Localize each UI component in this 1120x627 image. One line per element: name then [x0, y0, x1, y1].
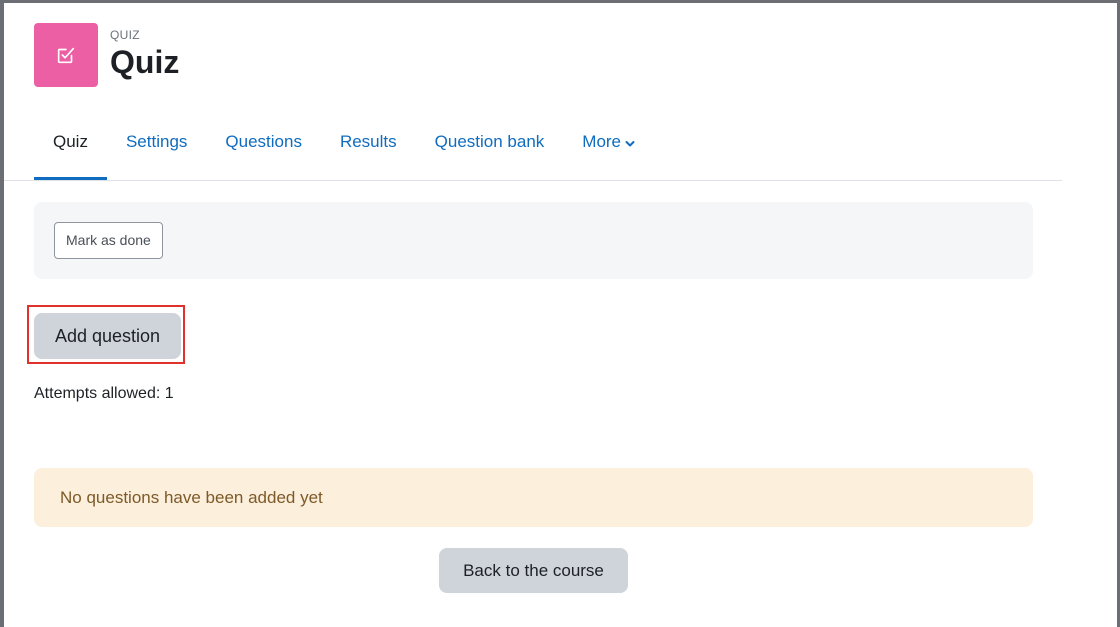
secondary-navigation: Quiz Settings Questions Results Question… — [34, 120, 654, 180]
tab-results[interactable]: Results — [321, 120, 416, 180]
page-header: QUIZ Quiz — [34, 23, 179, 89]
tab-question-bank[interactable]: Question bank — [416, 120, 564, 180]
window-frame-top — [0, 0, 1120, 3]
header-text: QUIZ Quiz — [110, 23, 179, 81]
tab-more-label: More — [582, 132, 622, 151]
chevron-down-icon — [625, 121, 635, 165]
tab-settings[interactable]: Settings — [107, 120, 206, 180]
tab-questions[interactable]: Questions — [206, 120, 321, 180]
nav-divider — [4, 180, 1062, 181]
page-title: Quiz — [110, 44, 180, 80]
tab-quiz[interactable]: Quiz — [34, 120, 107, 180]
quiz-activity-icon — [34, 23, 98, 87]
checkbox-edit-icon — [57, 47, 75, 64]
back-to-course-button[interactable]: Back to the course — [439, 548, 628, 593]
attempts-allowed-text: Attempts allowed: 1 — [34, 385, 174, 402]
activity-type-label: QUIZ — [110, 28, 140, 42]
no-questions-alert: No questions have been added yet — [34, 468, 1033, 527]
window-frame-left — [0, 0, 4, 627]
tab-more[interactable]: More — [563, 120, 654, 180]
activity-completion-panel: Mark as done — [34, 202, 1033, 279]
add-question-button[interactable]: Add question — [34, 313, 181, 359]
mark-as-done-button[interactable]: Mark as done — [54, 222, 163, 259]
